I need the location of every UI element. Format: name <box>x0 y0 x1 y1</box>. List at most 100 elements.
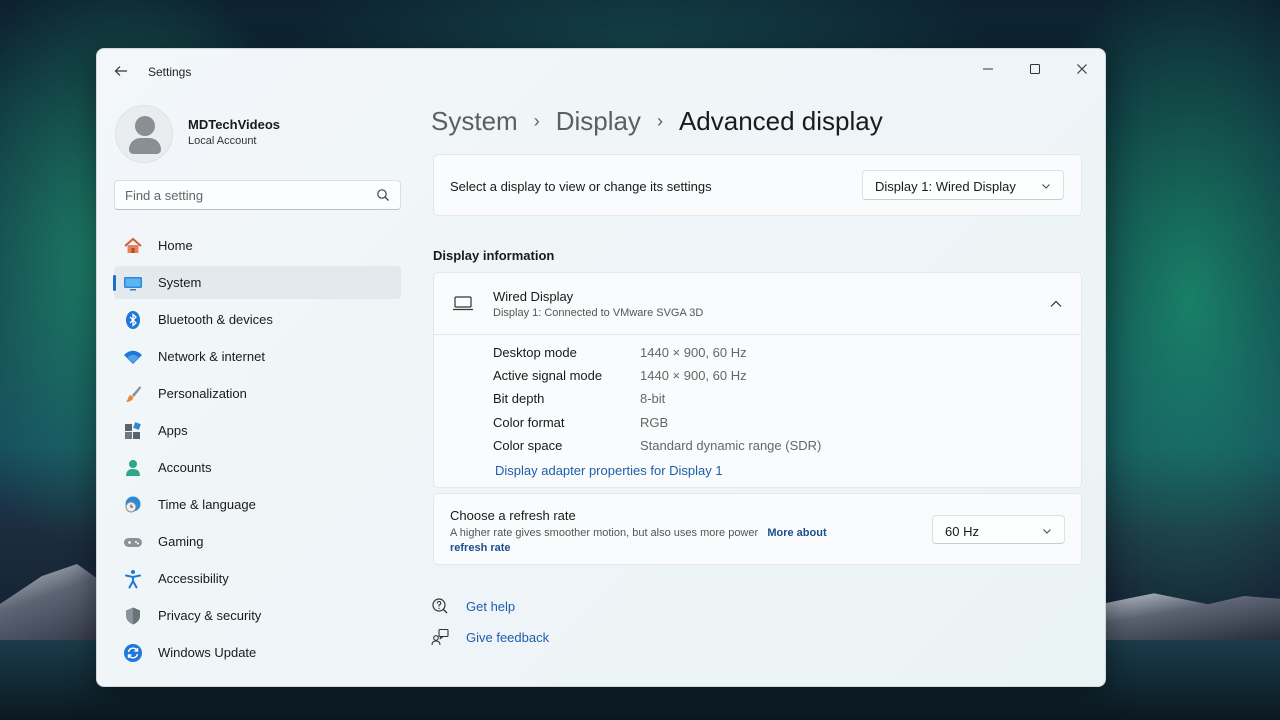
sidebar-item-privacy-security[interactable]: Privacy & security <box>114 599 401 632</box>
paintbrush-icon <box>126 386 141 402</box>
clock-globe-icon <box>125 496 141 513</box>
info-row: Bit depth 8-bit <box>493 391 1053 414</box>
accounts-icon <box>126 460 140 476</box>
sidebar-item-label: System <box>158 275 202 290</box>
display-info-subtitle: Display 1: Connected to VMware SVGA 3D <box>493 307 704 319</box>
get-help-icon <box>432 598 448 614</box>
sidebar-item-label: Accessibility <box>158 571 229 586</box>
back-button[interactable] <box>111 61 131 81</box>
more-link-text: More about <box>767 527 827 539</box>
accessibility-icon <box>125 570 141 589</box>
breadcrumb-separator: › <box>533 110 540 131</box>
sidebar-item-label: Network & internet <box>158 349 265 364</box>
sidebar-item-label: Privacy & security <box>158 608 262 623</box>
sidebar-item-personalization[interactable]: Personalization <box>114 377 401 410</box>
info-value: 8-bit <box>640 391 666 407</box>
maximize-button[interactable] <box>1012 55 1058 83</box>
display-info-title: Wired Display <box>493 289 574 304</box>
info-key: Bit depth <box>493 391 545 407</box>
chevron-up-icon[interactable] <box>1049 297 1063 311</box>
close-icon <box>1077 64 1087 74</box>
sidebar-item-system[interactable]: System <box>113 266 401 299</box>
sidebar-item-apps[interactable]: Apps <box>114 414 401 447</box>
system-monitor-icon <box>124 277 142 291</box>
update-icon <box>124 644 142 662</box>
sidebar-item-bluetooth[interactable]: Bluetooth & devices <box>114 303 401 336</box>
profile-account-type: Local Account <box>188 135 257 147</box>
info-value: 1440 × 900, 60 Hz <box>640 345 747 360</box>
display-select-value: Display 1: Wired Display <box>875 179 1016 194</box>
info-key: Desktop mode <box>493 345 577 360</box>
sidebar-item-accessibility[interactable]: Accessibility <box>114 562 401 595</box>
active-indicator <box>113 275 116 291</box>
sidebar-item-gaming[interactable]: Gaming <box>114 525 401 558</box>
display-information-heading: Display information <box>433 248 555 263</box>
sidebar-item-label: Bluetooth & devices <box>158 312 273 327</box>
search-box[interactable] <box>114 180 401 210</box>
back-arrow-icon <box>114 66 127 76</box>
display-info-card: Wired Display Display 1: Connected to VM… <box>433 272 1082 488</box>
sidebar-item-home[interactable]: Home <box>114 229 401 262</box>
sidebar-item-label: Time & language <box>158 497 256 512</box>
apps-icon <box>125 422 141 439</box>
maximize-icon <box>1030 64 1040 74</box>
breadcrumb-item-display[interactable]: Display <box>556 106 641 137</box>
info-key: Active signal mode <box>493 368 603 384</box>
close-button[interactable] <box>1059 55 1105 83</box>
info-key: Color format <box>493 414 565 430</box>
info-row: Color format RGB <box>493 415 1053 438</box>
chevron-down-icon <box>1043 529 1051 534</box>
minimize-icon <box>983 68 993 70</box>
refresh-rate-value: 60 Hz <box>945 524 979 539</box>
sidebar-item-accounts[interactable]: Accounts <box>114 451 401 484</box>
sidebar-item-label: Windows Update <box>158 645 257 660</box>
refresh-rate-dropdown[interactable]: 60 Hz <box>932 515 1065 544</box>
bluetooth-icon <box>126 311 140 329</box>
sidebar-item-label: Home <box>158 238 193 253</box>
shield-icon <box>126 607 140 625</box>
settings-window: Settings MDTechVideos Local Account Find… <box>96 48 1106 687</box>
laptop-icon <box>453 296 473 311</box>
display-info-rows: Desktop mode 1440 × 900, 60 Hz Active si… <box>493 345 1053 461</box>
sidebar-item-windows-update[interactable]: Windows Update <box>114 636 401 669</box>
breadcrumb-item-system[interactable]: System <box>431 106 518 137</box>
breadcrumb: System › Display › Advanced display <box>431 101 883 141</box>
info-value: RGB <box>640 414 669 430</box>
info-row: Color space Standard dynamic range (SDR) <box>493 438 1053 461</box>
minimize-button[interactable] <box>965 55 1011 83</box>
sidebar-item-time-language[interactable]: Time & language <box>114 488 401 521</box>
gamepad-icon <box>124 538 142 547</box>
info-row: Desktop mode 1440 × 900, 60 Hz <box>493 345 1053 368</box>
info-row: Active signal mode 1440 × 900, 60 Hz <box>493 368 1053 391</box>
sidebar-nav: Home System Bluetooth & devices Network <box>113 229 401 673</box>
info-key: Color space <box>493 437 563 453</box>
home-icon <box>124 237 142 253</box>
get-help-link[interactable]: Get help <box>431 595 515 617</box>
display-select-card: Select a display to view or change its s… <box>433 154 1082 216</box>
feedback-icon <box>431 628 449 646</box>
sidebar-item-label: Personalization <box>158 386 247 401</box>
background-mountain-right <box>1100 593 1280 640</box>
app-title: Settings <box>148 65 192 79</box>
display-select-label: Select a display to view or change its s… <box>450 179 712 194</box>
refresh-rate-card: Choose a refresh rate A higher rate give… <box>433 493 1082 565</box>
page-title: Advanced display <box>678 105 883 136</box>
sidebar-item-label: Accounts <box>158 460 212 475</box>
info-value: Standard dynamic range (SDR) <box>640 437 822 453</box>
search-input[interactable] <box>115 181 365 209</box>
display-select-dropdown[interactable]: Display 1: Wired Display <box>862 170 1064 200</box>
display-info-header[interactable]: Wired Display Display 1: Connected to VM… <box>434 273 1081 335</box>
display-adapter-properties-link[interactable]: Display adapter properties for Display 1 <box>495 463 723 478</box>
avatar <box>115 105 173 163</box>
refresh-rate-description: A higher rate gives smoother motion, but… <box>450 526 890 556</box>
refresh-rate-title: Choose a refresh rate <box>450 508 576 523</box>
sidebar-item-network[interactable]: Network & internet <box>114 340 401 373</box>
sidebar-item-label: Gaming <box>158 534 204 549</box>
search-icon[interactable] <box>376 188 390 202</box>
give-feedback-text: Give feedback <box>466 629 550 645</box>
breadcrumb-separator: › <box>656 110 663 131</box>
more-link-text: refresh rate <box>450 542 511 554</box>
give-feedback-link[interactable]: Give feedback <box>431 626 549 648</box>
profile-name: MDTechVideos <box>188 117 280 132</box>
get-help-text: Get help <box>466 598 516 614</box>
